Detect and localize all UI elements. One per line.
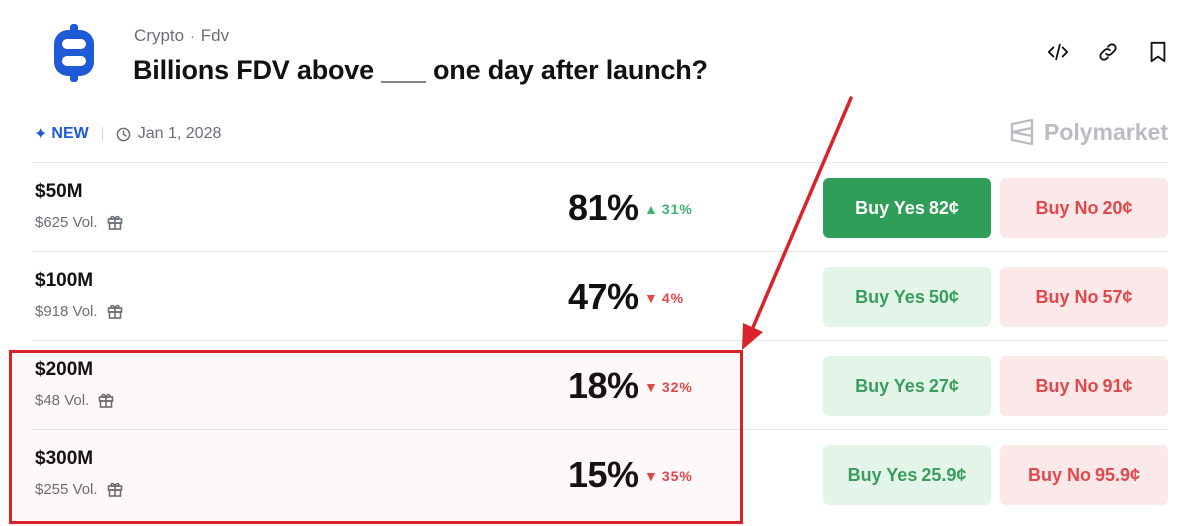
buy-no-label: Buy No bbox=[1035, 375, 1099, 396]
volume-text: $625 Vol. bbox=[35, 213, 98, 231]
page-title: Billions FDV above ___ one day after lau… bbox=[133, 55, 708, 85]
triangle-down-icon: ▼ bbox=[644, 379, 659, 395]
buy-yes-price: 82¢ bbox=[928, 197, 959, 218]
buy-no-price: 95.9¢ bbox=[1094, 464, 1141, 485]
link-icon[interactable] bbox=[1096, 40, 1120, 64]
buy-no-label: Buy No bbox=[1035, 197, 1099, 218]
gift-icon[interactable] bbox=[97, 391, 115, 409]
gift-icon[interactable] bbox=[106, 302, 124, 320]
outcome-label: $100M bbox=[35, 270, 94, 291]
polymarket-watermark: Polymarket bbox=[1009, 118, 1168, 146]
buy-yes-price: 50¢ bbox=[928, 286, 959, 307]
outcome-list: $50M $625 Vol. 81% ▲ 31% Buy Yes 82¢ Buy… bbox=[32, 162, 1168, 518]
buy-no-price: 91¢ bbox=[1102, 375, 1133, 396]
outcome-volume: $625 Vol. bbox=[35, 213, 124, 231]
meta-divider bbox=[101, 127, 103, 141]
outcome-row[interactable]: $300M $255 Vol. 15% ▼ 35% Buy Yes 25.9¢ … bbox=[32, 429, 1168, 518]
buy-yes-label: Buy Yes bbox=[855, 197, 925, 218]
breadcrumb-subcategory[interactable]: Fdv bbox=[201, 26, 229, 46]
probability-change: ▼ 35% bbox=[644, 468, 693, 484]
probability-change: ▼ 4% bbox=[644, 290, 684, 306]
breadcrumb-category[interactable]: Crypto bbox=[134, 26, 184, 46]
new-badge: ✦ NEW bbox=[34, 124, 89, 144]
outcome-row[interactable]: $100M $918 Vol. 47% ▼ 4% Buy Yes 50¢ Buy… bbox=[32, 251, 1168, 340]
clock-icon bbox=[116, 127, 131, 141]
buy-yes-button[interactable]: Buy Yes 82¢ bbox=[823, 178, 991, 238]
brand-name: Polymarket bbox=[1043, 118, 1168, 145]
buy-no-price: 20¢ bbox=[1102, 197, 1133, 218]
triangle-down-icon: ▼ bbox=[644, 290, 659, 306]
buy-no-label: Buy No bbox=[1035, 286, 1099, 307]
buy-yes-label: Buy Yes bbox=[847, 464, 918, 485]
outcome-label: $50M bbox=[35, 181, 83, 202]
buy-no-button[interactable]: Buy No 57¢ bbox=[1000, 267, 1168, 327]
triangle-down-icon: ▼ bbox=[644, 468, 659, 484]
buy-no-button[interactable]: Buy No 95.9¢ bbox=[1000, 445, 1168, 505]
buy-no-price: 57¢ bbox=[1102, 286, 1133, 307]
new-label: NEW bbox=[51, 125, 89, 142]
gift-icon[interactable] bbox=[106, 480, 124, 498]
buy-yes-price: 25.9¢ bbox=[921, 464, 967, 485]
triangle-up-icon: ▲ bbox=[644, 201, 659, 217]
change-value: 4% bbox=[661, 290, 685, 306]
breadcrumb-separator: · bbox=[190, 28, 195, 44]
market-logo-icon bbox=[50, 22, 98, 84]
sparkle-icon: ✦ bbox=[34, 126, 48, 143]
outcome-label: $200M bbox=[35, 359, 94, 380]
change-value: 31% bbox=[661, 201, 693, 217]
volume-text: $255 Vol. bbox=[35, 480, 98, 498]
outcome-volume: $255 Vol. bbox=[35, 480, 124, 498]
outcome-label: $300M bbox=[35, 448, 94, 469]
end-date-label: Jan 1, 2028 bbox=[137, 125, 222, 142]
polymarket-logo-icon bbox=[1010, 118, 1034, 146]
volume-text: $48 Vol. bbox=[35, 391, 90, 409]
outcome-probability: 47% bbox=[568, 276, 639, 317]
outcome-volume: $48 Vol. bbox=[35, 391, 115, 409]
outcome-probability: 81% bbox=[568, 187, 639, 228]
outcome-volume: $918 Vol. bbox=[35, 302, 124, 320]
outcome-probability: 15% bbox=[568, 454, 639, 495]
breadcrumb: Crypto · Fdv bbox=[134, 26, 229, 46]
end-date: Jan 1, 2028 bbox=[116, 125, 222, 143]
buy-no-button[interactable]: Buy No 20¢ bbox=[1000, 178, 1168, 238]
buy-yes-label: Buy Yes bbox=[855, 286, 925, 307]
buy-yes-button[interactable]: Buy Yes 50¢ bbox=[823, 267, 991, 327]
buy-yes-button[interactable]: Buy Yes 27¢ bbox=[823, 356, 991, 416]
volume-text: $918 Vol. bbox=[35, 302, 98, 320]
header-actions bbox=[1046, 40, 1170, 64]
buy-yes-button[interactable]: Buy Yes 25.9¢ bbox=[823, 445, 991, 505]
buy-no-label: Buy No bbox=[1027, 464, 1091, 485]
outcome-row[interactable]: $200M $48 Vol. 18% ▼ 32% Buy Yes 27¢ Buy… bbox=[32, 340, 1168, 429]
change-value: 32% bbox=[661, 379, 693, 395]
gift-icon[interactable] bbox=[106, 213, 124, 231]
probability-change: ▲ 31% bbox=[644, 201, 693, 217]
probability-change: ▼ 32% bbox=[644, 379, 693, 395]
outcome-probability: 18% bbox=[568, 365, 639, 406]
embed-code-icon[interactable] bbox=[1046, 40, 1070, 64]
market-meta: ✦ NEW Jan 1, 2028 bbox=[34, 124, 221, 144]
outcome-row[interactable]: $50M $625 Vol. 81% ▲ 31% Buy Yes 82¢ Buy… bbox=[32, 162, 1168, 251]
buy-yes-price: 27¢ bbox=[928, 375, 959, 396]
buy-no-button[interactable]: Buy No 91¢ bbox=[1000, 356, 1168, 416]
change-value: 35% bbox=[661, 468, 693, 484]
buy-yes-label: Buy Yes bbox=[855, 375, 925, 396]
bookmark-icon[interactable] bbox=[1146, 40, 1170, 64]
